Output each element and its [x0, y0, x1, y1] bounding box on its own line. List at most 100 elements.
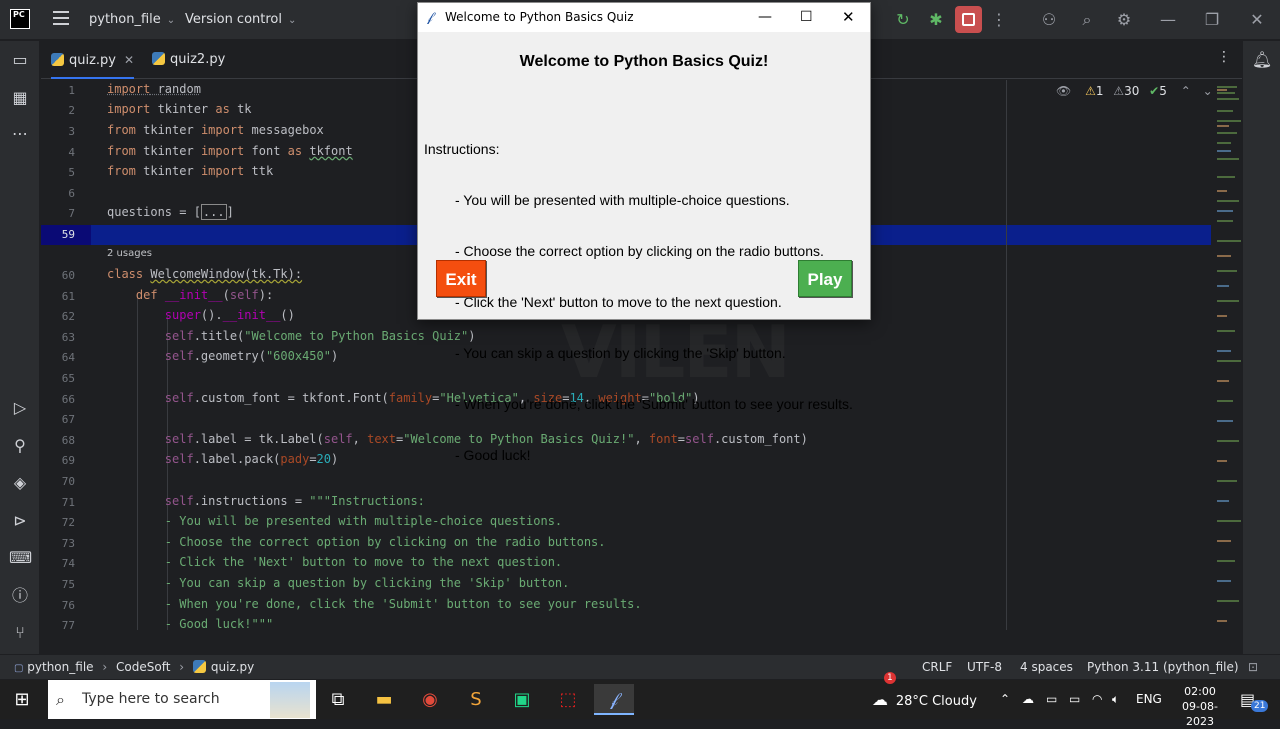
rerun-icon[interactable]: ↻	[892, 9, 914, 31]
search-icon: ⌕	[56, 690, 65, 709]
exit-button[interactable]: Exit	[436, 260, 486, 297]
line-number: 59	[61, 228, 75, 241]
debug-icon[interactable]: ✱	[925, 9, 947, 31]
indent-setting[interactable]: 4 spaces	[1020, 655, 1073, 679]
module-icon: ▢	[14, 663, 24, 674]
problems-icon[interactable]: ⓘ	[9, 585, 31, 607]
search-placeholder: Type here to search	[82, 691, 220, 707]
line-number: 76	[61, 599, 75, 612]
python-console-icon[interactable]: ⚲	[9, 435, 31, 457]
interpreter-selector[interactable]: Python 3.11 (python_file)	[1087, 655, 1239, 679]
run-icon[interactable]: ▷	[9, 397, 31, 419]
restore-icon[interactable]: ❐	[1201, 9, 1223, 31]
clock[interactable]: 02:00 09-08-2023	[1170, 680, 1230, 729]
prev-problem-icon[interactable]: ⌃	[1181, 84, 1191, 98]
notification-center-icon[interactable]: ▤	[1240, 680, 1255, 719]
maximize-icon[interactable]: ☐	[800, 3, 813, 32]
code-line: - You can skip a question by clicking th…	[107, 576, 570, 590]
line-separator[interactable]: CRLF	[922, 655, 952, 679]
pdf-reader-icon[interactable]: ⬚	[548, 684, 588, 715]
play-button[interactable]: Play	[798, 260, 852, 297]
project-selector[interactable]: python_file ⌄	[89, 12, 175, 27]
python-tk-window-icon[interactable]: 𝒻	[594, 684, 634, 715]
breadcrumb-folder[interactable]: CodeSoft	[116, 660, 170, 674]
reader-mode-icon[interactable]: 👁︎	[1056, 84, 1071, 98]
battery-icon[interactable]: ▭	[1069, 680, 1080, 719]
main-menu-icon[interactable]	[53, 11, 69, 25]
version-control-menu[interactable]: Version control ⌄	[185, 12, 296, 27]
ok-count: 5	[1159, 84, 1167, 98]
line-number: 6	[68, 187, 75, 200]
services-icon[interactable]: ⊳	[9, 510, 31, 532]
file-explorer-icon[interactable]: ▬	[364, 684, 404, 715]
chevron-up-icon[interactable]: ⌃	[1000, 680, 1010, 719]
windows-start-icon[interactable]: ⊞	[2, 684, 42, 715]
line-number: 1	[68, 84, 75, 97]
git-icon[interactable]: ⑂	[9, 622, 31, 644]
line-number: 62	[61, 310, 75, 323]
clock-time: 02:00	[1184, 685, 1216, 698]
breadcrumb-project[interactable]: python_file	[27, 660, 93, 674]
version-control-label: Version control	[185, 12, 282, 27]
terminal-icon[interactable]: ⌨	[9, 547, 32, 569]
close-icon[interactable]: ✕	[842, 3, 855, 32]
weather-widget[interactable]: ☁ 1 28°C Cloudy	[872, 672, 977, 721]
python-file-icon	[192, 660, 206, 673]
input-language[interactable]: ENG	[1136, 680, 1162, 719]
settings-gear-icon[interactable]: ⚙	[1113, 9, 1135, 31]
chrome-icon[interactable]: ◉	[410, 684, 450, 715]
code-line: from tkinter import ttk	[107, 164, 274, 178]
welcome-heading: Welcome to Python Basics Quiz!	[519, 53, 769, 70]
layers-icon[interactable]: ◈	[9, 472, 31, 494]
usages-hint[interactable]: 2 usages	[107, 248, 152, 259]
structure-icon[interactable]: ▦	[9, 87, 31, 109]
weather-text: 28°C Cloudy	[895, 694, 977, 709]
close-tab-icon[interactable]: ✕	[124, 53, 134, 67]
wifi-icon[interactable]: ◠	[1092, 680, 1102, 719]
line-number: 61	[61, 290, 75, 303]
more-actions-icon[interactable]: ⋮	[988, 9, 1010, 31]
task-view-icon[interactable]: ⧉	[318, 684, 358, 715]
pycharm-taskbar-icon[interactable]: ▣	[502, 684, 542, 715]
code-line: self.geometry("600x450")	[164, 349, 339, 363]
tab-quiz-py[interactable]: quiz.py ✕	[51, 41, 135, 79]
volume-icon[interactable]: 🔈︎	[1112, 680, 1119, 719]
search-icon[interactable]: ⌕	[1076, 9, 1098, 31]
status-bar: ▢ python_file › CodeSoft › quiz.py CRLF …	[0, 654, 1280, 679]
stop-button[interactable]	[955, 6, 982, 33]
pycharm-logo-icon[interactable]: PC	[10, 9, 30, 29]
tab-options-icon[interactable]: ⋮	[1217, 49, 1231, 65]
minimize-icon[interactable]: —	[1157, 9, 1179, 31]
next-problem-icon[interactable]: ⌄	[1203, 84, 1213, 98]
code-line: import random	[107, 82, 201, 96]
code-line: class WelcomeWindow(tk.Tk):	[107, 267, 303, 281]
breadcrumb-file[interactable]: quiz.py	[211, 660, 254, 674]
dialog-titlebar[interactable]: 𝒻 Welcome to Python Basics Quiz — ☐ ✕	[418, 3, 870, 32]
close-icon[interactable]: ✕	[1246, 9, 1268, 31]
inspection-widget[interactable]: 👁︎ ⚠1 ⚠30 ✔5 ⌃ ⌄	[1056, 84, 1213, 98]
minimize-icon[interactable]: —	[758, 3, 772, 32]
instruction-item: - When you're done, click the 'Submit' b…	[455, 396, 853, 412]
folder-icon[interactable]: ▭	[9, 49, 31, 71]
network-icon[interactable]: ▭	[1046, 680, 1057, 719]
tab-quiz2-py[interactable]: quiz2.py	[152, 41, 225, 79]
feather-icon: 𝒻	[427, 10, 433, 25]
sublime-text-icon[interactable]: S	[456, 684, 496, 715]
chevron-down-icon: ⌄	[288, 15, 297, 26]
line-number: 72	[61, 516, 75, 529]
code-minimap[interactable]	[1205, 80, 1242, 630]
file-encoding[interactable]: UTF-8	[967, 655, 1002, 679]
line-number: 64	[61, 351, 75, 364]
right-tool-strip: 🔔︎	[1242, 41, 1280, 654]
stop-icon	[962, 13, 975, 26]
notifications-bell-icon[interactable]: 🔔︎	[1251, 49, 1273, 71]
taskbar-search-box[interactable]: ⌕ Type here to search	[48, 680, 316, 719]
lock-icon[interactable]: ⊡	[1248, 655, 1258, 679]
code-line: from tkinter import font as tkfont	[107, 144, 353, 158]
onedrive-icon[interactable]: ☁	[1022, 680, 1034, 719]
add-user-icon[interactable]: ⚇	[1038, 9, 1060, 31]
windows-taskbar: ⊞ ⌕ Type here to search ⧉ ▬ ◉ S ▣ ⬚ 𝒻 ☁ …	[0, 672, 1280, 728]
code-line: self.instructions = """Instructions:	[164, 494, 425, 508]
python-file-icon	[152, 52, 165, 65]
more-tools-icon[interactable]: ⋯	[9, 123, 31, 145]
